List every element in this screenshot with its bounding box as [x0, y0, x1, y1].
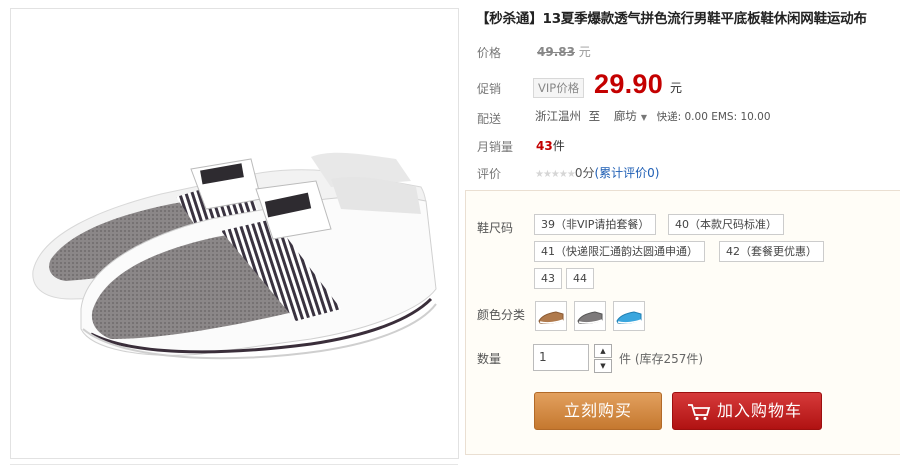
rating: ★★★★★0分(累计评价0) — [535, 164, 659, 181]
size-option-40[interactable]: 40（本款尺码标准） — [668, 214, 784, 235]
ship-to-word: 至 — [588, 109, 601, 123]
shipping-info: 浙江温州 至 廊坊 ▼ 快递: 0.00 EMS: 10.00 — [535, 108, 771, 124]
promo-label: 促销 — [477, 82, 502, 96]
grey-shoe-icon — [577, 311, 603, 324]
rating-stars-icon: ★★★★★ — [535, 169, 576, 180]
vip-price-badge: VIP价格 — [533, 78, 585, 98]
sales-count: 43 — [536, 139, 553, 153]
product-title: 【秒杀通】13夏季爆款透气拼色流行男鞋平底板鞋休闲网鞋运动布 — [476, 11, 867, 27]
quantity-increment-icon[interactable]: ▲ — [594, 344, 612, 358]
shipping-label: 配送 — [477, 112, 502, 126]
stock-info: 件 (库存257件) — [619, 352, 704, 366]
size-option-41[interactable]: 41（快递限汇通韵达圆通申通） — [534, 241, 705, 262]
ship-fees: 快递: 0.00 EMS: 10.00 — [656, 111, 771, 123]
product-image[interactable] — [10, 8, 459, 459]
chevron-down-icon[interactable]: ▼ — [641, 113, 647, 122]
ship-from: 浙江温州 — [535, 109, 581, 123]
monthly-sales: 43件 — [536, 137, 565, 154]
review-count-link[interactable]: (累计评价0) — [594, 166, 659, 180]
blue-shoe-icon — [616, 311, 642, 324]
quantity-label: 数量 — [477, 352, 502, 366]
promo-price-unit: 元 — [670, 81, 683, 95]
buy-now-button[interactable]: 立刻购买 — [534, 392, 662, 430]
shopping-cart-icon — [688, 404, 711, 421]
rating-score: 0分 — [574, 166, 595, 180]
sales-label: 月销量 — [477, 140, 514, 154]
original-price-unit: 元 — [578, 45, 591, 59]
quantity-decrement-icon[interactable]: ▼ — [594, 359, 612, 373]
add-to-cart-button[interactable]: 加入购物车 — [672, 392, 822, 430]
rating-label: 评价 — [477, 167, 502, 181]
original-price: 49.83 元 — [537, 43, 591, 60]
quantity-input[interactable]: 1 — [533, 344, 589, 371]
size-option-39[interactable]: 39（非VIP请拍套餐） — [534, 214, 657, 235]
sales-unit: 件 — [552, 139, 565, 153]
ship-to-select[interactable]: 廊坊 — [614, 109, 637, 123]
size-label: 鞋尺码 — [477, 221, 514, 235]
blue-shoe-swatch[interactable] — [613, 301, 645, 331]
grey-shoe-swatch[interactable] — [574, 301, 606, 331]
size-option-43[interactable]: 43 — [534, 268, 562, 289]
shoe-illustration — [32, 152, 437, 360]
brown-shoe-swatch[interactable] — [535, 301, 567, 331]
divider — [10, 464, 458, 465]
add-to-cart-label: 加入购物车 — [717, 401, 803, 420]
price-label: 价格 — [477, 46, 502, 60]
size-option-42[interactable]: 42（套餐更优惠） — [719, 241, 824, 262]
color-label: 颜色分类 — [477, 308, 526, 322]
size-option-44[interactable]: 44 — [566, 268, 594, 289]
promo-price: 29.90 — [594, 69, 664, 99]
original-price-value: 49.83 — [537, 45, 575, 59]
brown-shoe-icon — [538, 311, 564, 324]
